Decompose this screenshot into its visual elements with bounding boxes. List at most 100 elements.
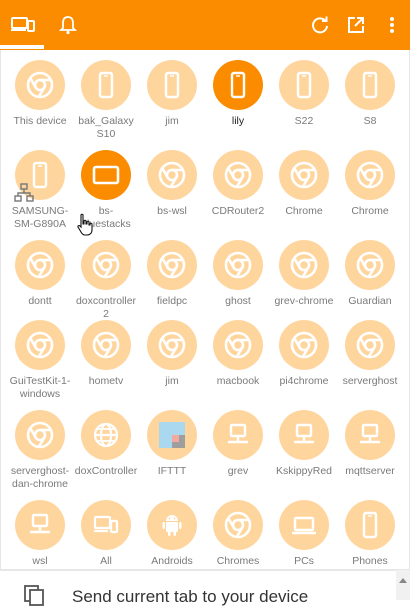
device-label: grev-chrome — [274, 295, 334, 307]
chrome-icon — [81, 320, 131, 370]
device-item[interactable]: Guardian — [337, 240, 403, 308]
device-label: GuiTestKit-1-windows — [9, 375, 71, 400]
phone-icon — [81, 60, 131, 110]
device-label: lily — [231, 115, 245, 127]
device-label: Androids — [151, 555, 193, 567]
device-item[interactable]: wsl — [7, 500, 73, 568]
globe-icon — [81, 410, 131, 460]
device-label: IFTTT — [157, 465, 187, 477]
device-item[interactable]: GuiTestKit-1-windows — [7, 320, 73, 401]
device-item[interactable]: Chrome — [271, 150, 337, 218]
device-label: Phones — [352, 555, 388, 567]
device-item[interactable]: Chrome — [337, 150, 403, 218]
tablet-icon — [81, 150, 131, 200]
device-item[interactable]: Phones — [337, 500, 403, 568]
network-icon — [279, 410, 329, 460]
device-label: fieldpc — [156, 295, 188, 307]
chrome-icon — [345, 240, 395, 290]
refresh-button[interactable] — [308, 0, 332, 50]
hand-cursor-icon — [77, 213, 93, 236]
device-item[interactable]: ghost — [205, 240, 271, 308]
device-label: Chrome — [285, 205, 323, 217]
device-label: KskippyRed — [275, 465, 333, 477]
active-tab-indicator — [0, 45, 44, 49]
device-label: dontt — [28, 295, 52, 307]
device-item[interactable]: doxcontroller2 — [73, 240, 139, 321]
device-label: doxController — [74, 465, 138, 477]
chrome-icon — [279, 150, 329, 200]
device-label: CDRouter2 — [211, 205, 265, 217]
device-label: S22 — [294, 115, 314, 127]
devices-icon — [81, 500, 131, 550]
device-item[interactable]: bs-wsl — [139, 150, 205, 218]
device-item[interactable]: mqttserver — [337, 410, 403, 478]
device-label: wsl — [32, 555, 48, 567]
device-item[interactable]: bak_Galaxy S10 — [73, 60, 139, 141]
copy-icon — [24, 585, 44, 606]
open-in-new-button[interactable] — [344, 0, 368, 50]
device-label: All — [100, 555, 112, 567]
device-label: serverghost-dan-chrome — [10, 465, 70, 490]
chrome-icon — [81, 240, 131, 290]
chrome-icon — [147, 320, 197, 370]
device-item[interactable]: Androids — [139, 500, 205, 568]
device-label: mqttserver — [345, 465, 395, 477]
scrollbar[interactable] — [396, 570, 410, 600]
devices-tab[interactable] — [8, 0, 38, 50]
device-item[interactable]: This device — [7, 60, 73, 128]
more-button[interactable] — [382, 0, 402, 50]
chrome-icon — [15, 240, 65, 290]
device-item[interactable]: fieldpc — [139, 240, 205, 308]
phone-icon — [279, 60, 329, 110]
device-item[interactable]: PCs — [271, 500, 337, 568]
device-item[interactable]: pi4chrome — [271, 320, 337, 388]
send-tab-bar[interactable]: Send current tab to your device — [0, 570, 410, 606]
device-item[interactable]: IFTTT — [139, 410, 205, 478]
device-item[interactable]: hometv — [73, 320, 139, 388]
ifttt-icon — [147, 410, 197, 460]
device-label: ghost — [225, 295, 251, 307]
android-icon — [147, 500, 197, 550]
device-item[interactable]: KskippyRed — [271, 410, 337, 478]
chrome-icon — [147, 240, 197, 290]
network-icon — [345, 410, 395, 460]
device-item[interactable]: grev — [205, 410, 271, 478]
phone-icon — [147, 60, 197, 110]
device-item[interactable]: dontt — [7, 240, 73, 308]
device-item[interactable]: S8 — [337, 60, 403, 128]
chrome-icon — [279, 320, 329, 370]
device-item[interactable]: doxController — [73, 410, 139, 478]
bell-icon — [59, 16, 77, 35]
phone-icon — [345, 500, 395, 550]
notifications-tab[interactable] — [56, 0, 80, 50]
device-label: jim — [165, 115, 179, 127]
device-label: doxcontroller2 — [75, 295, 137, 320]
chrome-icon — [213, 500, 263, 550]
chrome-icon — [213, 150, 263, 200]
device-label: This device — [13, 115, 67, 127]
device-label: grev — [227, 465, 249, 477]
device-item[interactable]: grev-chrome — [271, 240, 337, 308]
device-item[interactable]: serverghost-dan-chrome — [7, 410, 73, 491]
device-item[interactable]: lily — [205, 60, 271, 128]
device-item[interactable]: S22 — [271, 60, 337, 128]
device-label: pi4chrome — [279, 375, 329, 387]
network-icon — [15, 500, 65, 550]
device-label: Guardian — [348, 295, 392, 307]
refresh-icon — [312, 16, 328, 34]
device-label: S8 — [363, 115, 377, 127]
device-item[interactable]: Chromes — [205, 500, 271, 568]
device-item[interactable]: macbook — [205, 320, 271, 388]
device-item[interactable]: jim — [139, 320, 205, 388]
device-label: Chrome — [351, 205, 389, 217]
scroll-up-arrow-icon[interactable] — [399, 577, 407, 583]
device-item[interactable]: serverghost — [337, 320, 403, 388]
network-badge-icon — [14, 183, 34, 202]
device-item[interactable]: jim — [139, 60, 205, 128]
device-item[interactable]: All — [73, 500, 139, 568]
device-label: jim — [165, 375, 179, 387]
device-label: SAMSUNG-SM-G890A — [11, 205, 69, 230]
laptop-icon — [279, 500, 329, 550]
device-item[interactable]: CDRouter2 — [205, 150, 271, 218]
devices-icon — [11, 17, 35, 32]
